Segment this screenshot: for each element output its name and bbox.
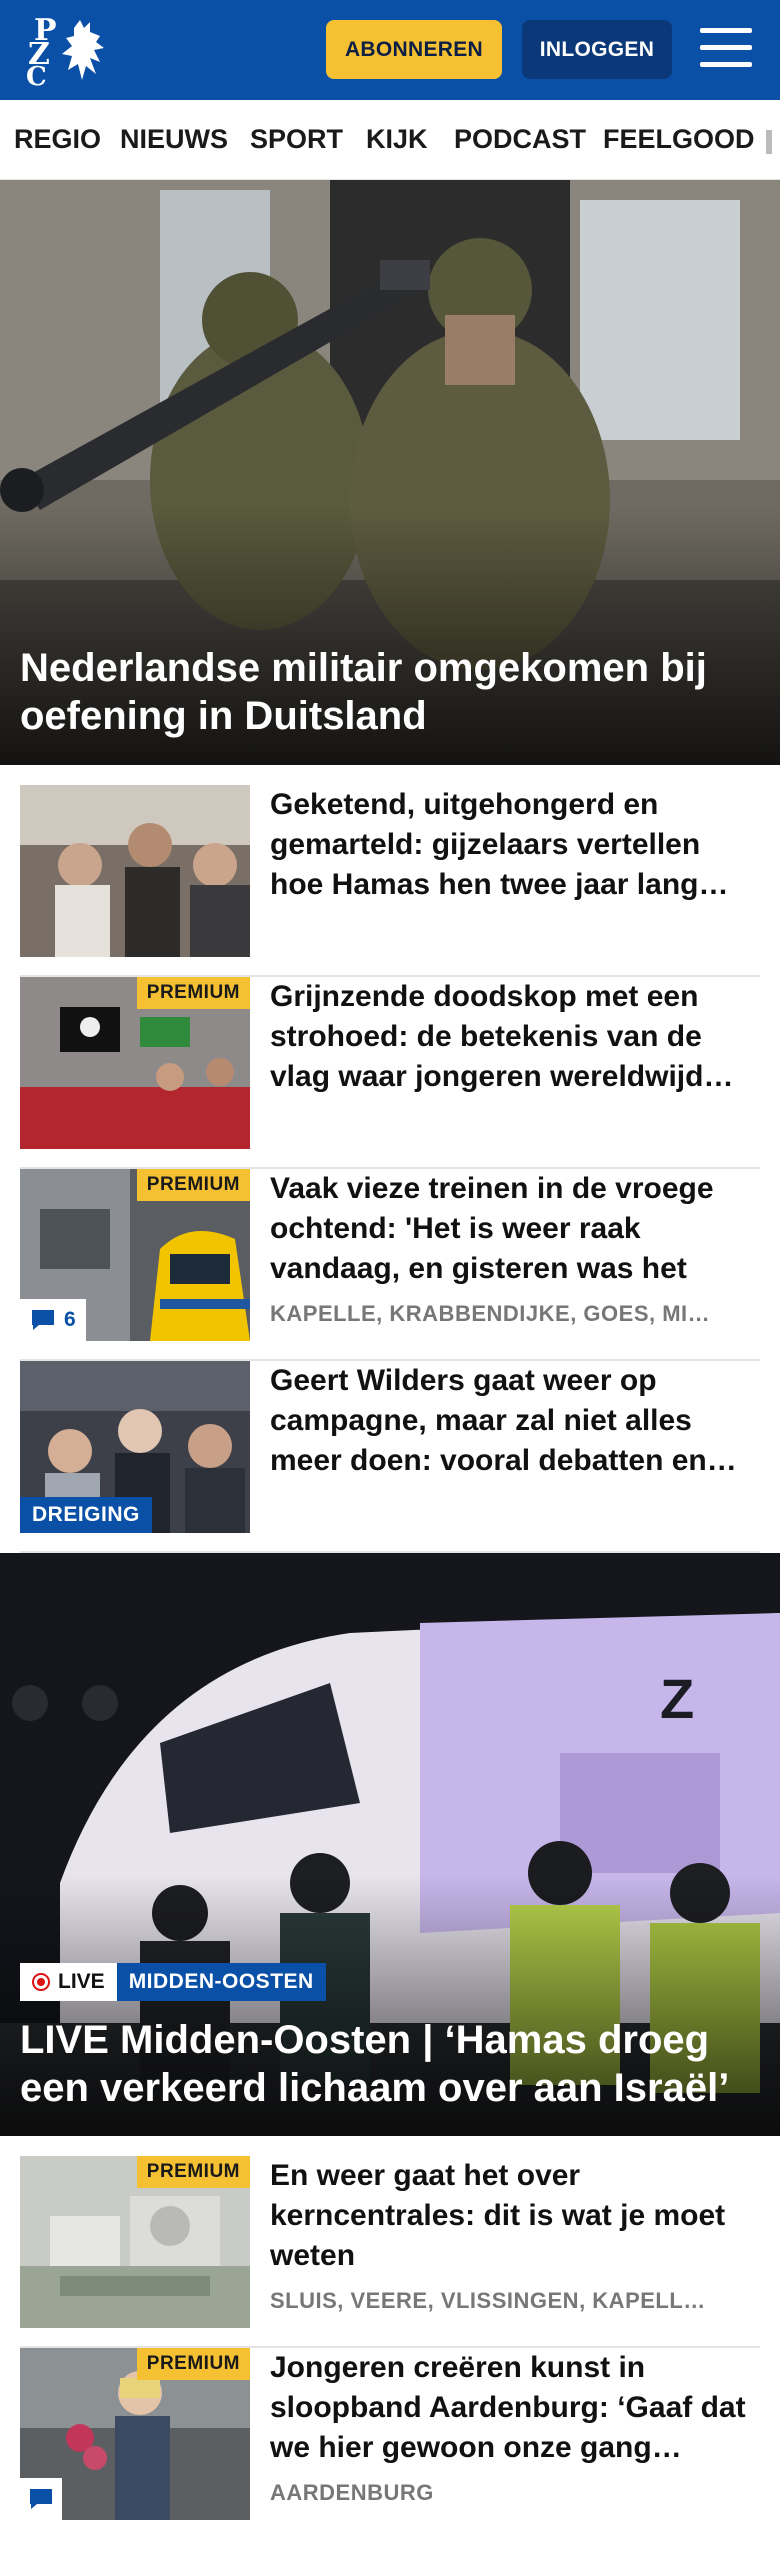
section-nav: REGIO NIEUWS SPORT KIJK PODCAST FEELGOOD [0, 100, 780, 180]
login-button[interactable]: INLOGGEN [522, 20, 672, 79]
article-location: AARDENBURG [270, 2480, 434, 2505]
article-title[interactable]: Jongeren creëren kunst in sloopband Aard… [270, 2348, 755, 2468]
nav-item-sport[interactable]: SPORT [250, 124, 343, 155]
logo-letter-c: C [26, 62, 47, 92]
live-dot-icon [32, 1973, 50, 1991]
zeeland-lion-icon [62, 20, 104, 80]
nav-item-podcast[interactable]: PODCAST [454, 124, 586, 155]
hero-article[interactable]: Nederlandse militair omgekomen bij oefen… [0, 180, 780, 765]
article-title[interactable]: Geert Wilders gaat weer op campagne, maa… [270, 1361, 755, 1481]
list-item[interactable]: PREMIUM Jongeren creëren kunst in sloopb… [20, 2348, 760, 2540]
article-title[interactable]: Geketend, uitgehongerd en gemarteld: gij… [270, 785, 755, 905]
comment-button[interactable] [20, 2478, 62, 2520]
nav-item-regio[interactable]: REGIO [14, 124, 101, 155]
article-title[interactable]: En weer gaat het over kerncentrales: dit… [270, 2156, 755, 2276]
list-item[interactable]: PREMIUM En weer gaat het over kerncentra… [20, 2156, 760, 2348]
article-title[interactable]: Grijnzende doodskop met een strohoed: de… [270, 977, 755, 1097]
live-hero-article[interactable]: Z LIVE Midden-Oosten | ‘Hamas droeg een … [0, 1553, 780, 2136]
premium-badge: PREMIUM [136, 1169, 250, 1201]
hero-title[interactable]: Nederlandse militair omgekomen bij oefen… [20, 644, 760, 740]
article-thumbnail: PREMIUM [20, 2348, 250, 2520]
comment-icon [32, 1310, 54, 1330]
svg-text:Z: Z [660, 1667, 694, 1730]
article-title[interactable]: Vaak vieze treinen in de vroege ochtend:… [270, 1169, 755, 1289]
article-tag: DREIGING [20, 1497, 152, 1533]
live-badges: LIVE MIDDEN-OOSTEN [20, 1963, 326, 2001]
comment-count-value: 6 [64, 1308, 76, 1331]
nav-item-nieuws[interactable]: NIEUWS [120, 124, 228, 155]
article-thumbnail: PREMIUM 6 [20, 1169, 250, 1341]
list-item[interactable]: Geketend, uitgehongerd en gemarteld: gij… [20, 785, 760, 977]
live-badge: LIVE [20, 1963, 117, 2001]
site-logo[interactable]: P Z C [26, 12, 116, 92]
nav-item-kijk[interactable]: KIJK [366, 124, 428, 155]
menu-icon[interactable] [700, 26, 752, 70]
comment-icon [30, 2489, 52, 2509]
article-thumbnail: PREMIUM [20, 977, 250, 1149]
article-thumbnail: DREIGING [20, 1361, 250, 1533]
list-item[interactable]: DREIGING Geert Wilders gaat weer op camp… [20, 1361, 760, 1553]
article-location: SLUIS, VEERE, VLISSINGEN, KAPELL… [270, 2288, 706, 2313]
live-hero-title[interactable]: LIVE Midden-Oosten | ‘Hamas droeg een ve… [20, 2016, 760, 2112]
list-item[interactable]: PREMIUM 6 Vaak vieze treinen in de vroeg… [20, 1169, 760, 1361]
nav-item-feelgood[interactable]: FEELGOOD [603, 124, 755, 155]
article-location: KAPELLE, KRABBENDIJKE, GOES, MI… [270, 1301, 711, 1326]
premium-badge: PREMIUM [136, 2348, 250, 2380]
list-item[interactable]: PREMIUM Grijnzende doodskop met een stro… [20, 977, 760, 1169]
live-label: LIVE [58, 1970, 105, 1993]
top-bar: P Z C ABONNEREN INLOGGEN [0, 0, 780, 100]
article-thumbnail [20, 785, 250, 957]
subscribe-button[interactable]: ABONNEREN [326, 20, 502, 79]
category-badge[interactable]: MIDDEN-OOSTEN [116, 1963, 326, 2001]
article-thumbnail: PREMIUM [20, 2156, 250, 2328]
nav-more-indicator [766, 130, 772, 154]
premium-badge: PREMIUM [136, 2156, 250, 2188]
premium-badge: PREMIUM [136, 977, 250, 1009]
comment-count[interactable]: 6 [20, 1299, 86, 1341]
